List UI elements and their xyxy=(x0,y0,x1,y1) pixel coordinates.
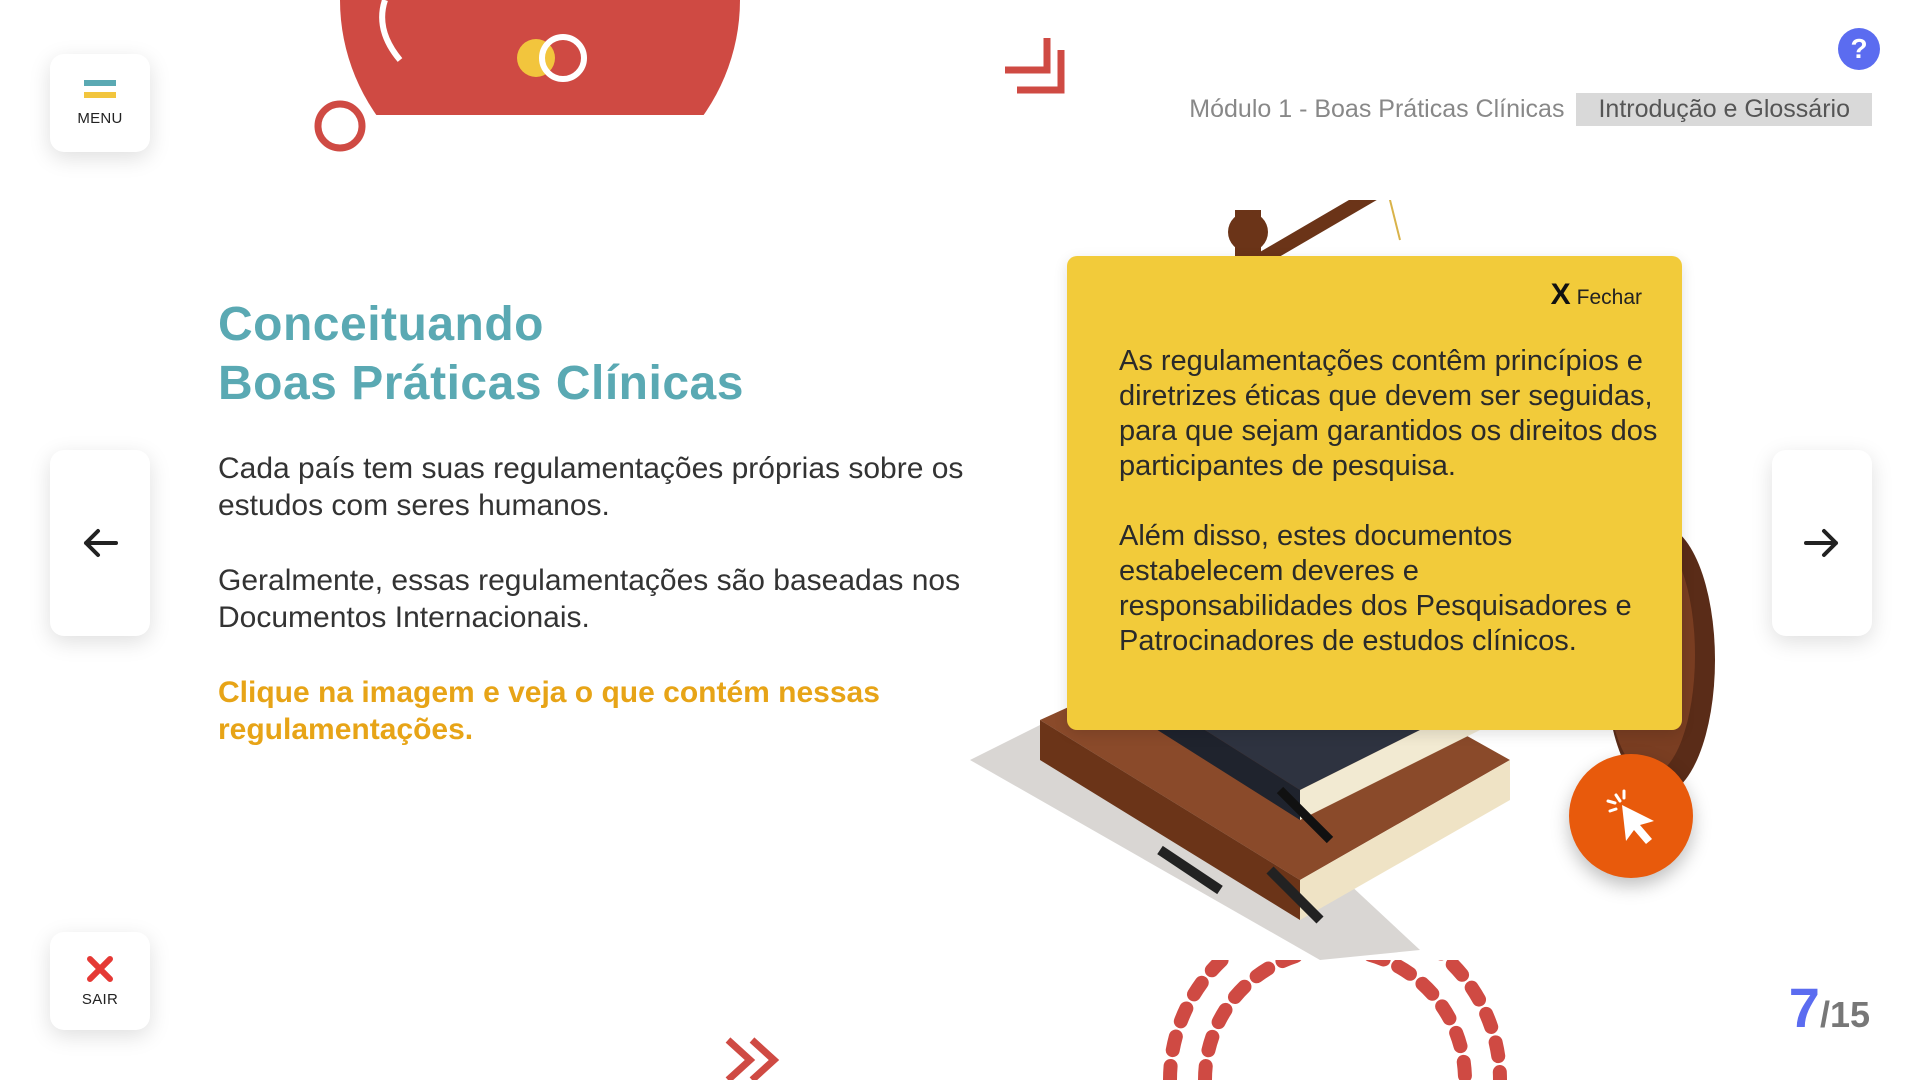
title-line-2: Boas Práticas Clínicas xyxy=(218,357,744,410)
breadcrumb: Módulo 1 - Boas Práticas Clínicas Introd… xyxy=(1189,93,1872,126)
decor-red-circle-top xyxy=(340,0,740,115)
breadcrumb-current: Introdução e Glossário xyxy=(1576,93,1872,126)
help-icon: ? xyxy=(1850,33,1868,64)
info-popup: X Fechar As regulamentações contêm princ… xyxy=(1067,256,1682,730)
arrow-right-icon xyxy=(1804,529,1838,557)
close-popup-button[interactable]: X Fechar xyxy=(1551,278,1642,312)
arrow-left-icon xyxy=(84,529,118,557)
breadcrumb-module: Módulo 1 - Boas Práticas Clínicas xyxy=(1189,95,1565,123)
decor-dotted-arcs xyxy=(1163,960,1507,1080)
menu-button[interactable]: MENU xyxy=(50,54,150,152)
menu-label: MENU xyxy=(77,109,123,127)
exit-icon xyxy=(87,955,113,982)
cursor-click-icon xyxy=(1606,789,1654,844)
exit-label: SAIR xyxy=(81,990,119,1008)
help-button[interactable]: ? xyxy=(1838,28,1880,70)
next-page-button[interactable] xyxy=(1772,450,1872,636)
click-image-button[interactable] xyxy=(1569,754,1693,878)
page-counter: 7 /15 xyxy=(1789,975,1870,1040)
title-line-1: Conceituando xyxy=(218,298,544,351)
call-to-action-text: Clique na imagem e veja o que contém nes… xyxy=(218,676,880,746)
popup-body: As regulamentações contêm princípios e d… xyxy=(1119,344,1659,659)
popup-paragraph-1: As regulamentações contêm princípios e d… xyxy=(1119,345,1658,482)
intro-paragraph-2: Geralmente, essas regulamentações são ba… xyxy=(218,564,961,634)
menu-icon xyxy=(84,79,116,98)
page-current: 7 xyxy=(1788,976,1820,1039)
decor-corner-brackets xyxy=(1005,38,1065,94)
close-label: Fechar xyxy=(1576,286,1642,309)
intro-paragraph-1: Cada país tem suas regulamentações própr… xyxy=(218,452,964,522)
popup-paragraph-2: Além disso, estes documentos estabelecem… xyxy=(1119,520,1632,657)
decor-chevrons xyxy=(725,1037,780,1080)
previous-page-button[interactable] xyxy=(50,450,150,636)
exit-button[interactable]: SAIR xyxy=(50,932,150,1030)
close-icon: X xyxy=(1550,278,1571,311)
page-total: /15 xyxy=(1819,994,1870,1035)
decor-ring-small xyxy=(314,100,366,152)
page-title: Conceituando Boas Práticas Clínicas xyxy=(218,295,744,413)
